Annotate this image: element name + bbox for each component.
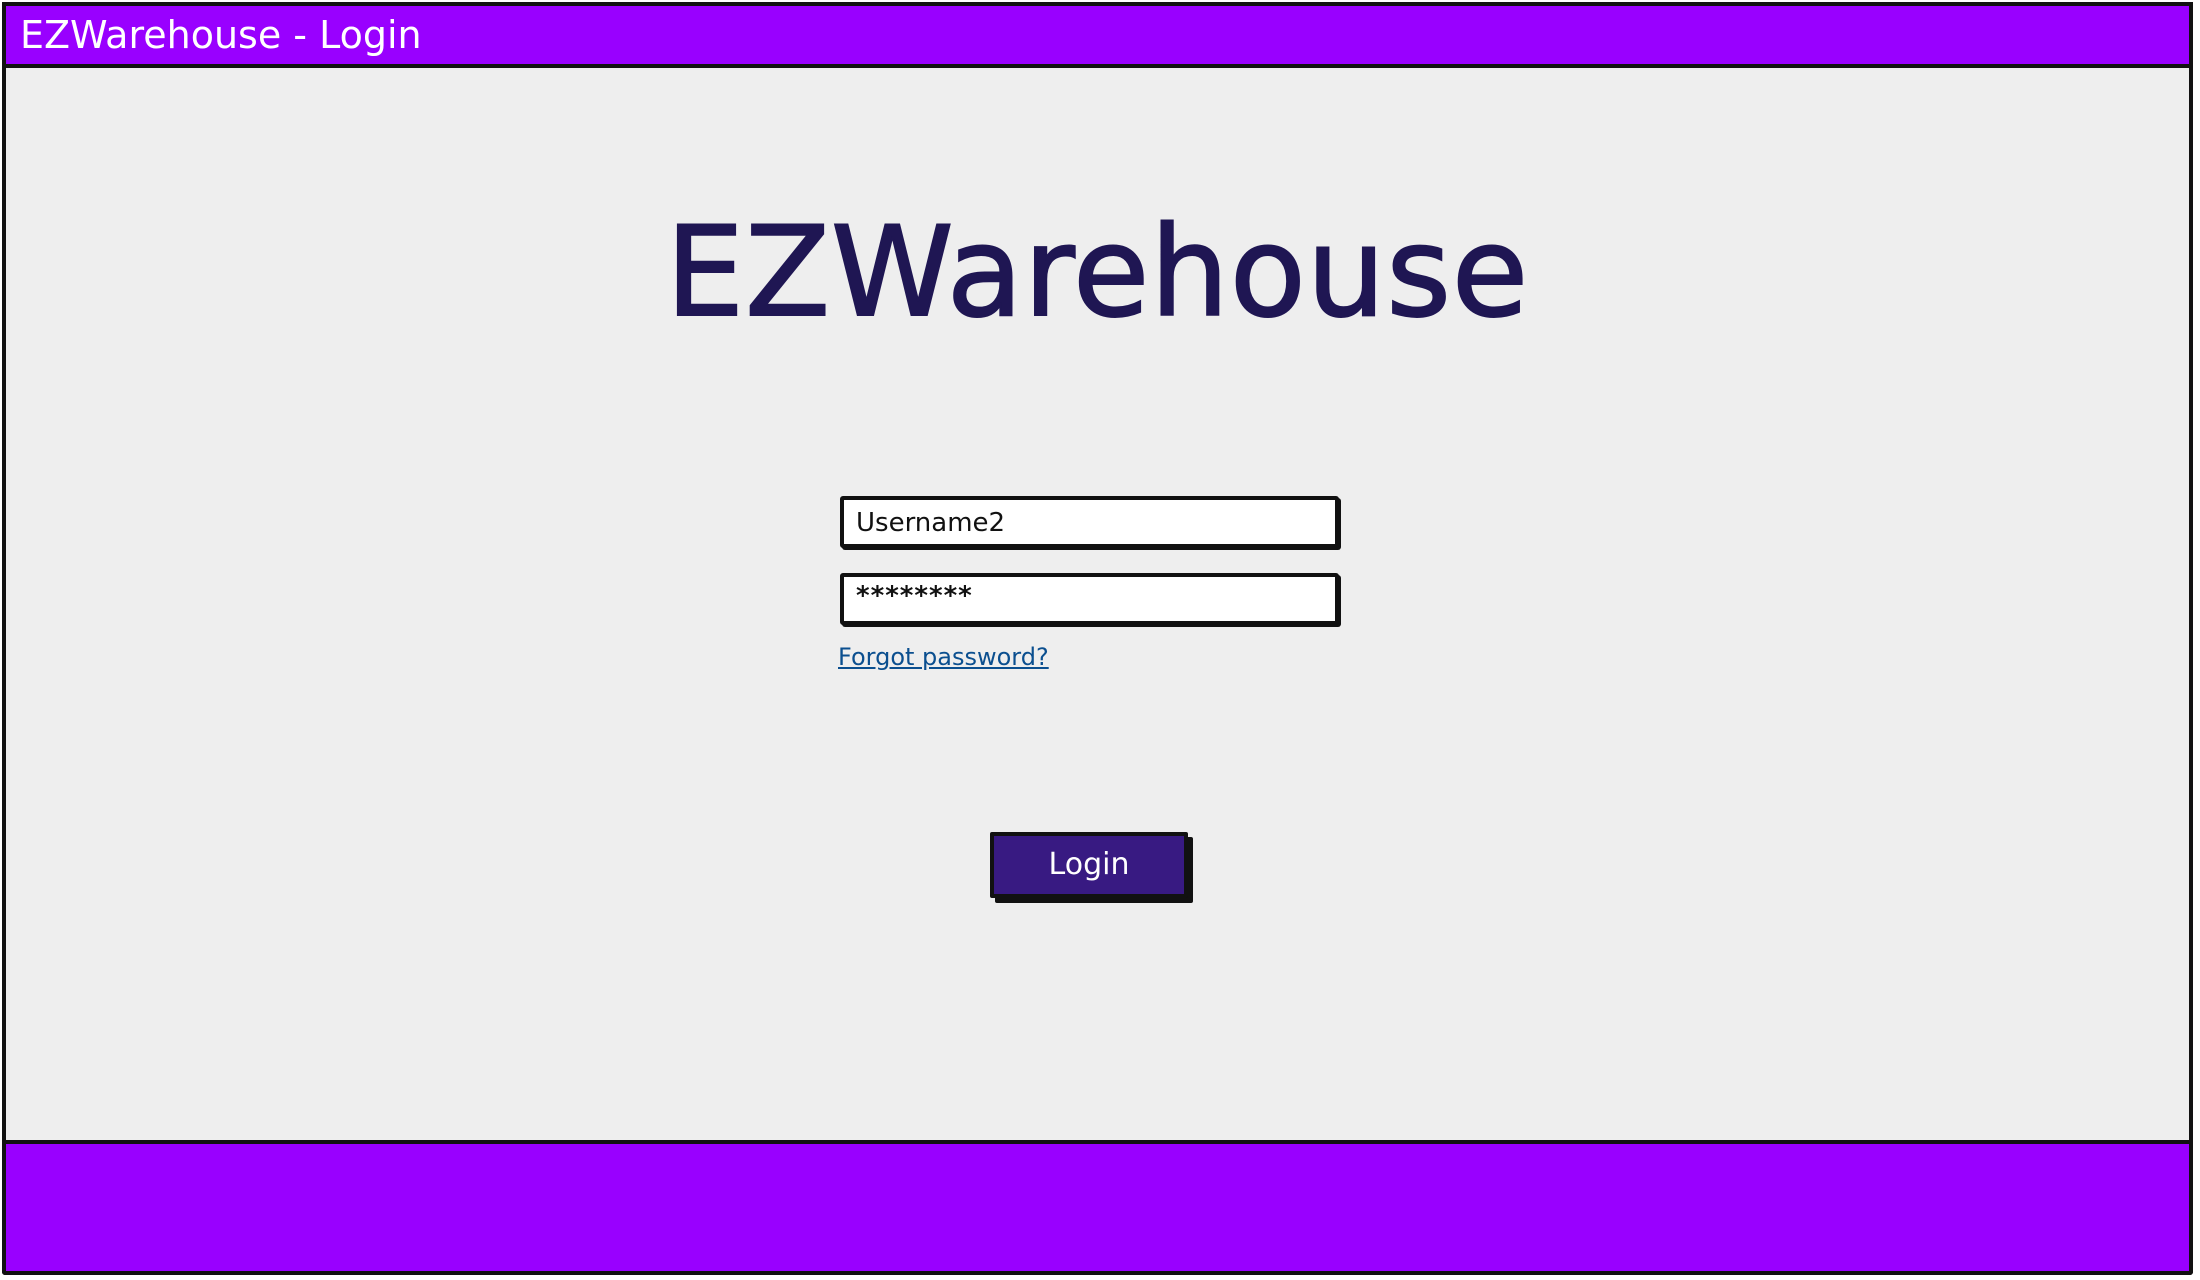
login-button[interactable]: Login [990, 832, 1188, 898]
username-input-value: Username2 [856, 508, 1006, 538]
window-title: EZWarehouse - Login [20, 13, 422, 57]
login-panel: EZWarehouse Username2 ******** Forgot pa… [6, 68, 2189, 1140]
footer-bar [2, 1140, 2193, 1275]
username-input[interactable]: Username2 [840, 496, 1339, 548]
title-bar: EZWarehouse - Login [2, 2, 2193, 68]
forgot-password-link[interactable]: Forgot password? [838, 642, 1049, 672]
app-logo-text: EZWarehouse [665, 200, 1530, 346]
password-input-value: ******** [856, 581, 973, 611]
password-input[interactable]: ******** [840, 573, 1339, 625]
